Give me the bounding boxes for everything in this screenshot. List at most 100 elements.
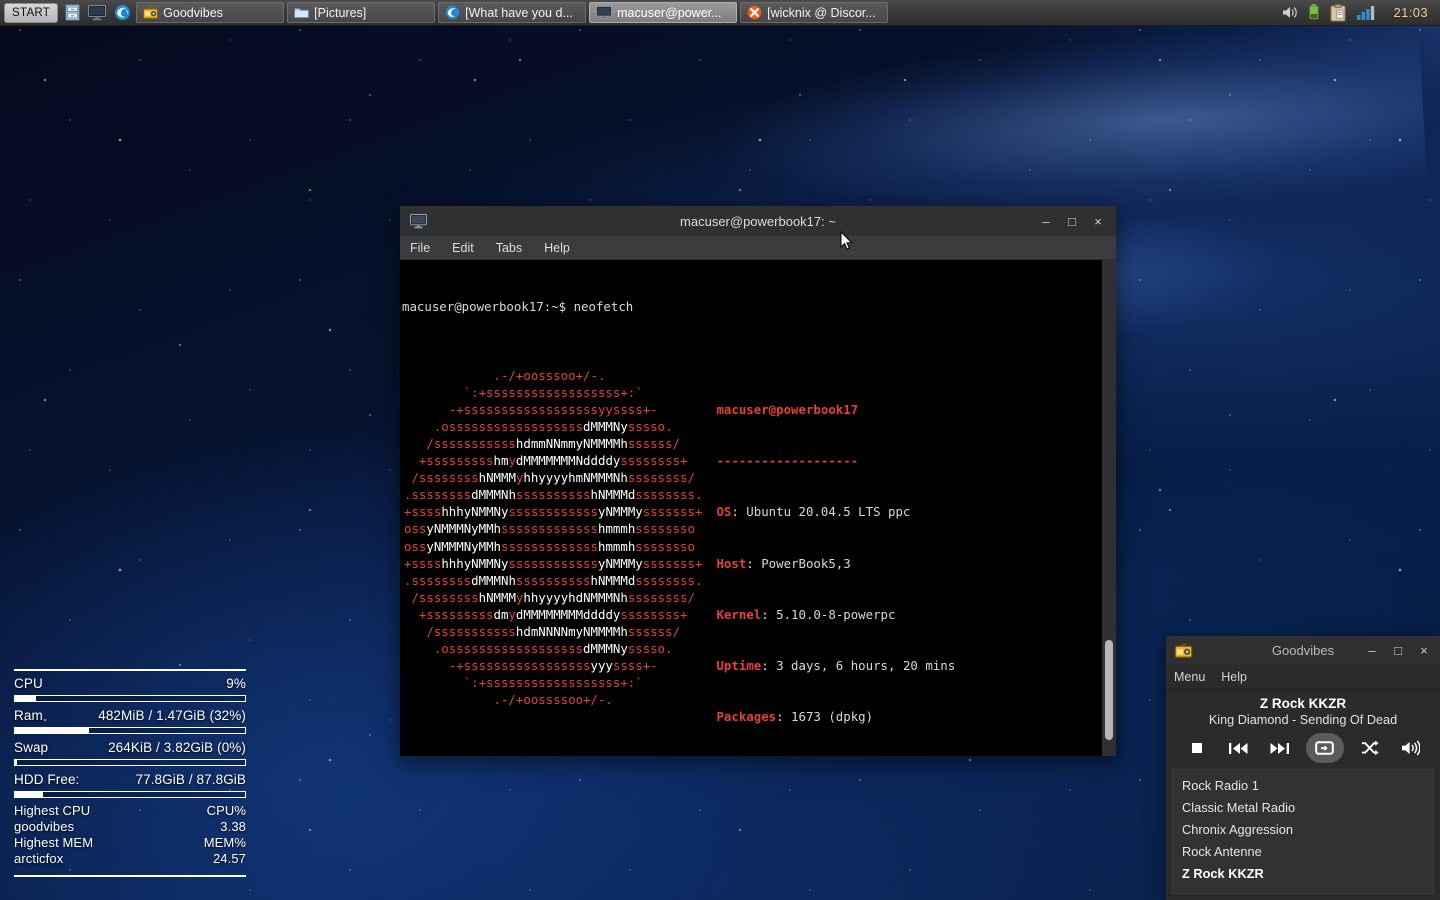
terminal-titlebar[interactable]: macuser@powerbook17: ~ – □ × xyxy=(400,206,1116,236)
conky-swap-bar xyxy=(14,759,246,766)
launcher-file-manager[interactable] xyxy=(61,2,83,24)
station-list-item[interactable]: Rock Radio 1 xyxy=(1173,774,1433,796)
station-list-item[interactable]: Classic Metal Radio xyxy=(1173,796,1433,818)
conky-proc-cpu-name: goodvibes xyxy=(14,819,75,834)
repeat-icon xyxy=(1315,741,1334,755)
launcher-terminal[interactable] xyxy=(86,2,108,24)
neofetch-info: macuser@powerbook17 ------------------- … xyxy=(702,367,985,756)
stop-icon xyxy=(1192,743,1202,753)
menu-item-edit[interactable]: Edit xyxy=(452,241,496,255)
shuffle-button[interactable] xyxy=(1355,733,1385,763)
goodvibes-window: Goodvibes – □ × Menu Help Z Rock KKZR Ki… xyxy=(1166,636,1440,900)
task-button-label: Goodvibes xyxy=(163,5,223,20)
terminal-maximize-button[interactable]: □ xyxy=(1060,209,1084,233)
conky-ram-bar xyxy=(14,727,246,734)
conky-ram-label: Ram xyxy=(14,708,43,723)
volume-button[interactable] xyxy=(1396,733,1426,763)
terminal-scrollbar[interactable] xyxy=(1102,260,1116,756)
mouse-cursor xyxy=(840,231,853,250)
battery-icon[interactable] xyxy=(1308,4,1320,21)
task-button-pictures[interactable]: [Pictures] xyxy=(287,2,436,23)
goodvibes-controls xyxy=(1166,729,1440,769)
neofetch-block: .-/+oosssoo+/-. `:+ssssssssssssssssss+:`… xyxy=(402,367,1102,756)
conky-swap-value: 264KiB / 3.82GiB (0%) xyxy=(108,740,246,755)
goodvibes-station-name: Z Rock KKZR xyxy=(1259,696,1347,711)
goodvibes-titlebar[interactable]: Goodvibes – □ × xyxy=(1166,636,1440,664)
conky-highest-cpu-label: Highest CPU xyxy=(14,803,91,818)
goodvibes-close-button[interactable]: × xyxy=(1412,638,1436,662)
terminal-command: neofetch xyxy=(573,299,634,315)
launcher-firefox[interactable] xyxy=(111,2,133,24)
neofetch-user-host: macuser@powerbook17 xyxy=(716,401,859,417)
goodvibes-station-list[interactable]: Rock Radio 1 Classic Metal Radio Chronix… xyxy=(1172,769,1434,894)
task-button-label: macuser@power... xyxy=(617,5,722,20)
conky-ram-value: 482MiB / 1.47GiB (32%) xyxy=(98,708,246,723)
station-list-item[interactable]: Chronix Aggression xyxy=(1173,818,1433,840)
desktop-screen: START Goodvibes [Pictures] [What have yo… xyxy=(0,0,1440,900)
menu-item-help[interactable]: Help xyxy=(544,241,581,255)
conky-row-swap: Swap 264KiB / 3.82GiB (0%) xyxy=(14,739,246,756)
neofetch-rule: ------------------- xyxy=(716,453,859,469)
conky-hdd-value: 77.8GiB / 87.8GiB xyxy=(135,772,246,787)
menu-item-tabs[interactable]: Tabs xyxy=(496,241,544,255)
terminal-window: macuser@powerbook17: ~ – □ × File Edit T… xyxy=(400,206,1116,756)
goodvibes-minimize-button[interactable]: – xyxy=(1360,638,1384,662)
goodvibes-menu-item-help[interactable]: Help xyxy=(1221,670,1247,684)
goodvibes-now-playing: Z Rock KKZR King Diamond - Sending Of De… xyxy=(1166,690,1440,729)
goodvibes-maximize-button[interactable]: □ xyxy=(1386,638,1410,662)
conky-proc-cpu-header: Highest CPU CPU% xyxy=(14,803,246,819)
conky-proc-cpu-value: 3.38 xyxy=(220,819,246,834)
terminal-title-text: macuser@powerbook17: ~ xyxy=(680,213,836,229)
firefox-icon xyxy=(114,4,130,21)
next-button[interactable] xyxy=(1264,733,1294,763)
cabinet-icon xyxy=(65,4,80,21)
terminal-body[interactable]: macuser@powerbook17:~$ neofetch .-/+ooss… xyxy=(400,260,1116,756)
conky-mem-col-label: MEM% xyxy=(203,835,246,850)
goodvibes-window-buttons: – □ × xyxy=(1360,638,1436,662)
start-button[interactable]: START xyxy=(4,2,59,23)
goodvibes-track-name: King Diamond - Sending Of Dead xyxy=(1208,713,1398,727)
conky-swap-label: Swap xyxy=(14,740,49,755)
task-button-browser[interactable]: [What have you d... xyxy=(438,2,587,23)
task-button-goodvibes[interactable]: Goodvibes xyxy=(136,2,285,23)
task-button-label: [What have you d... xyxy=(465,5,573,20)
previous-button[interactable] xyxy=(1223,733,1253,763)
discord-x-icon xyxy=(747,5,762,20)
neofetch-info-row: Kernel: 5.10.0-8-powerpc xyxy=(716,606,896,622)
conky-proc-mem-name: arcticfox xyxy=(14,851,64,866)
station-list-item-selected[interactable]: Z Rock KKZR xyxy=(1173,862,1433,884)
conky-proc-mem-value: 24.57 xyxy=(212,851,246,866)
system-tray: 21:03 xyxy=(1282,3,1436,22)
neofetch-info-row: Uptime: 3 days, 6 hours, 20 mins xyxy=(716,658,956,674)
neofetch-info-row: OS: Ubuntu 20.04.5 LTS ppc xyxy=(716,504,911,520)
stop-button[interactable] xyxy=(1182,733,1212,763)
conky-row-ram: Ram 482MiB / 1.47GiB (32%) xyxy=(14,707,246,724)
task-button-label: [wicknix @ Discor... xyxy=(767,5,876,20)
station-list-item[interactable]: Rock Antenne xyxy=(1173,840,1433,862)
menu-item-file[interactable]: File xyxy=(410,241,452,255)
repeat-button[interactable] xyxy=(1305,733,1344,763)
radio-icon xyxy=(143,6,159,19)
network-signal-icon[interactable] xyxy=(1356,5,1376,21)
conky-row-hdd: HDD Free: 77.8GiB / 87.8GiB xyxy=(14,771,246,788)
goodvibes-menubar: Menu Help xyxy=(1166,664,1440,690)
clipboard-icon[interactable] xyxy=(1329,3,1347,22)
conky-cpu-col-label: CPU% xyxy=(206,803,246,818)
volume-icon[interactable] xyxy=(1282,5,1299,20)
goodvibes-menu-item-menu[interactable]: Menu xyxy=(1174,670,1205,684)
next-icon xyxy=(1270,742,1289,754)
volume-icon xyxy=(1402,740,1421,756)
terminal-close-button[interactable]: × xyxy=(1086,209,1110,233)
conky-divider-top xyxy=(14,669,246,671)
terminal-output: macuser@powerbook17:~$ neofetch .-/+ooss… xyxy=(400,260,1102,756)
conky-hdd-label: HDD Free: xyxy=(14,772,80,787)
folder-icon xyxy=(294,8,310,18)
neofetch-info-row: Host: PowerBook5,3 xyxy=(716,555,851,571)
conky-proc-mem-header: Highest MEM MEM% xyxy=(14,835,246,851)
conky-highest-mem-label: Highest MEM xyxy=(14,835,94,850)
task-button-terminal[interactable]: macuser@power... xyxy=(589,2,738,23)
terminal-scrollbar-thumb[interactable] xyxy=(1105,640,1113,740)
terminal-minimize-button[interactable]: – xyxy=(1034,209,1058,233)
conky-proc-cpu-row: goodvibes 3.38 xyxy=(14,819,246,835)
task-button-discord[interactable]: [wicknix @ Discor... xyxy=(740,2,889,23)
